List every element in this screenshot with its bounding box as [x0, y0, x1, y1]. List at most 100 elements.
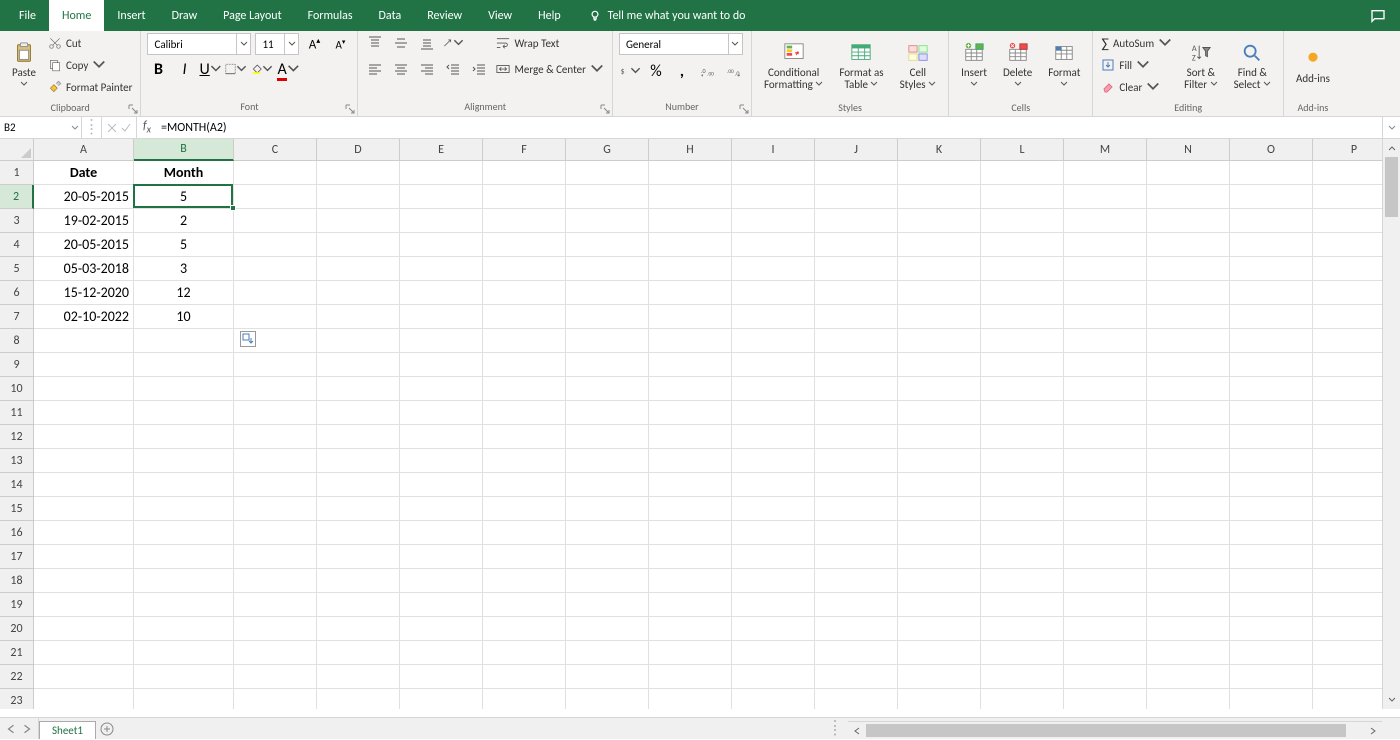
cell[interactable]	[317, 593, 400, 617]
cell[interactable]	[317, 641, 400, 665]
tab-draw[interactable]: Draw	[159, 0, 211, 31]
fill-color-button[interactable]	[251, 59, 273, 79]
cell[interactable]	[483, 185, 566, 209]
cell[interactable]	[815, 185, 898, 209]
cell[interactable]	[649, 209, 732, 233]
column-header[interactable]: H	[649, 139, 732, 161]
cell[interactable]	[815, 209, 898, 233]
tab-formulas[interactable]: Formulas	[295, 0, 366, 31]
cell[interactable]	[649, 401, 732, 425]
cell[interactable]	[134, 401, 234, 425]
cell[interactable]	[732, 665, 815, 689]
cell[interactable]	[134, 449, 234, 473]
delete-cells-button[interactable]: Delete	[997, 33, 1038, 99]
italic-button[interactable]: I	[173, 59, 195, 79]
cell[interactable]	[1230, 593, 1313, 617]
cell[interactable]	[898, 233, 981, 257]
cell[interactable]	[898, 497, 981, 521]
cell[interactable]	[649, 305, 732, 329]
cell[interactable]	[981, 161, 1064, 185]
cell[interactable]	[1064, 593, 1147, 617]
cell[interactable]	[732, 521, 815, 545]
cell[interactable]	[234, 569, 317, 593]
cell[interactable]	[483, 233, 566, 257]
cell[interactable]	[400, 497, 483, 521]
tab-file[interactable]: File	[6, 0, 49, 31]
cell[interactable]	[981, 665, 1064, 689]
cell[interactable]	[400, 329, 483, 353]
cell[interactable]	[1230, 545, 1313, 569]
cell[interactable]: 12	[134, 281, 234, 305]
format-cells-button[interactable]: Format	[1042, 33, 1086, 99]
cell[interactable]	[649, 353, 732, 377]
decrease-font-button[interactable]: A▾	[329, 34, 351, 54]
cell[interactable]	[649, 161, 732, 185]
cell[interactable]	[898, 617, 981, 641]
cell[interactable]	[1147, 593, 1230, 617]
cell[interactable]	[566, 641, 649, 665]
cell[interactable]: Date	[34, 161, 134, 185]
column-header[interactable]: J	[815, 139, 898, 161]
cell[interactable]	[649, 233, 732, 257]
cell[interactable]	[1147, 497, 1230, 521]
cell[interactable]	[400, 641, 483, 665]
cell[interactable]	[732, 617, 815, 641]
cell[interactable]	[317, 425, 400, 449]
cell[interactable]	[34, 353, 134, 377]
row-header[interactable]: 7	[0, 305, 34, 329]
cell[interactable]	[483, 665, 566, 689]
cell[interactable]	[1230, 617, 1313, 641]
tab-view[interactable]: View	[475, 0, 525, 31]
cell[interactable]	[34, 401, 134, 425]
cell[interactable]	[1147, 353, 1230, 377]
cell[interactable]	[483, 161, 566, 185]
cell[interactable]	[483, 257, 566, 281]
copy-button[interactable]: Copy	[46, 55, 134, 75]
cell[interactable]	[1147, 377, 1230, 401]
cell[interactable]	[317, 473, 400, 497]
cell[interactable]	[34, 473, 134, 497]
percent-button[interactable]: %	[645, 61, 667, 81]
cell[interactable]	[34, 689, 134, 709]
dialog-launcher-icon[interactable]	[739, 104, 749, 114]
cell[interactable]	[234, 425, 317, 449]
cell[interactable]	[483, 425, 566, 449]
cell[interactable]	[898, 377, 981, 401]
cell[interactable]	[1064, 473, 1147, 497]
cell[interactable]	[1230, 425, 1313, 449]
cell[interactable]	[134, 593, 234, 617]
orientation-button[interactable]	[442, 33, 464, 53]
cell[interactable]	[649, 593, 732, 617]
tab-data[interactable]: Data	[366, 0, 415, 31]
cell[interactable]	[649, 425, 732, 449]
cell[interactable]	[317, 305, 400, 329]
cell[interactable]	[981, 497, 1064, 521]
cell[interactable]	[234, 473, 317, 497]
row-header[interactable]: 22	[0, 665, 34, 689]
cell[interactable]	[981, 401, 1064, 425]
cell[interactable]	[732, 401, 815, 425]
row-header[interactable]: 17	[0, 545, 34, 569]
cell[interactable]	[483, 593, 566, 617]
cell[interactable]	[1230, 161, 1313, 185]
cell[interactable]	[898, 665, 981, 689]
sort-filter-button[interactable]: AZ Sort &Filter	[1178, 33, 1223, 99]
cell[interactable]	[981, 617, 1064, 641]
cell[interactable]	[134, 497, 234, 521]
row-header[interactable]: 12	[0, 425, 34, 449]
cell[interactable]	[1230, 497, 1313, 521]
cell[interactable]	[898, 521, 981, 545]
cell[interactable]	[815, 161, 898, 185]
cell[interactable]	[34, 641, 134, 665]
cell[interactable]	[1064, 377, 1147, 401]
cell[interactable]	[815, 521, 898, 545]
column-header[interactable]: I	[732, 139, 815, 161]
column-header[interactable]: E	[400, 139, 483, 161]
cell[interactable]	[981, 353, 1064, 377]
tab-review[interactable]: Review	[414, 0, 475, 31]
cell[interactable]	[815, 257, 898, 281]
cell[interactable]	[317, 329, 400, 353]
cell[interactable]: 2	[134, 209, 234, 233]
cell[interactable]	[815, 233, 898, 257]
cell[interactable]	[400, 689, 483, 709]
